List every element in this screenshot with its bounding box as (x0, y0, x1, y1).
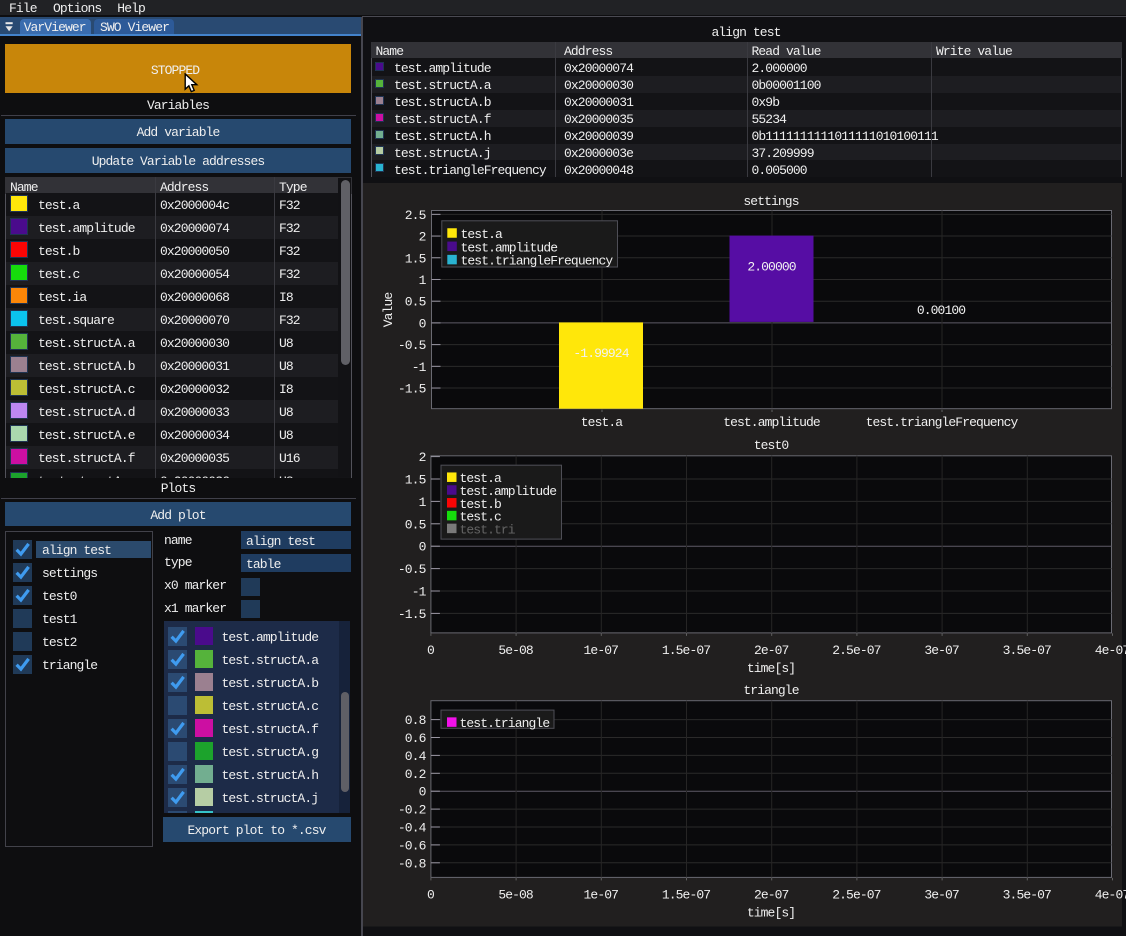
svg-text:time[s]: time[s] (747, 661, 795, 676)
svg-text:test.amplitude: test.amplitude (723, 415, 820, 430)
svg-text:0.8: 0.8 (405, 713, 426, 728)
svg-text:0: 0 (427, 643, 434, 658)
svg-text:4e-07: 4e-07 (1095, 643, 1126, 658)
svg-text:2.5e-07: 2.5e-07 (832, 887, 880, 902)
svg-text:-1.5: -1.5 (398, 382, 426, 397)
svg-text:0: 0 (419, 540, 426, 555)
svg-text:5e-08: 5e-08 (498, 643, 533, 658)
svg-text:2.5e-07: 2.5e-07 (832, 643, 880, 658)
svg-text:1: 1 (419, 495, 427, 510)
svg-text:-1.99924: -1.99924 (573, 346, 629, 361)
svg-text:test.tri: test.tri (460, 522, 516, 537)
svg-text:1.5: 1.5 (405, 251, 426, 266)
svg-text:Value: Value (381, 293, 396, 328)
svg-text:test.triangleFrequency: test.triangleFrequency (866, 415, 1019, 430)
svg-text:2.5: 2.5 (405, 208, 426, 223)
svg-text:3.5e-07: 3.5e-07 (1003, 643, 1051, 658)
svg-text:settings: settings (743, 194, 798, 209)
svg-text:-0.6: -0.6 (398, 838, 426, 853)
svg-text:0: 0 (419, 316, 426, 331)
svg-text:triangle: triangle (743, 683, 798, 698)
svg-text:0.5: 0.5 (405, 295, 426, 310)
svg-text:1e-07: 1e-07 (584, 643, 619, 658)
svg-text:0.4: 0.4 (405, 749, 427, 764)
svg-text:0.6: 0.6 (405, 731, 426, 746)
svg-text:1.5: 1.5 (405, 473, 426, 488)
svg-text:5e-08: 5e-08 (498, 887, 533, 902)
svg-text:-0.2: -0.2 (398, 803, 426, 818)
svg-text:3e-07: 3e-07 (924, 887, 959, 902)
svg-text:0: 0 (427, 887, 434, 902)
svg-text:1.5e-07: 1.5e-07 (662, 887, 710, 902)
svg-text:2e-07: 2e-07 (754, 887, 789, 902)
svg-text:0.5: 0.5 (405, 517, 426, 532)
svg-text:-1: -1 (412, 585, 427, 600)
svg-text:-0.8: -0.8 (398, 856, 426, 871)
svg-text:-0.5: -0.5 (398, 338, 426, 353)
svg-text:-0.5: -0.5 (398, 562, 426, 577)
svg-text:1: 1 (419, 273, 427, 288)
svg-text:test.triangleFrequency: test.triangleFrequency (461, 254, 614, 269)
svg-text:test.triangle: test.triangle (460, 716, 550, 731)
svg-text:3e-07: 3e-07 (924, 643, 959, 658)
svg-text:0.00100: 0.00100 (917, 303, 965, 318)
svg-text:0.2: 0.2 (405, 767, 426, 782)
svg-text:1.5e-07: 1.5e-07 (662, 643, 710, 658)
svg-text:0: 0 (419, 785, 426, 800)
svg-text:-1: -1 (412, 360, 427, 375)
svg-text:test.a: test.a (581, 415, 624, 430)
svg-text:2e-07: 2e-07 (754, 643, 789, 658)
svg-text:-1.5: -1.5 (398, 607, 426, 622)
svg-text:test0: test0 (754, 438, 789, 453)
svg-text:3.5e-07: 3.5e-07 (1003, 887, 1051, 902)
svg-text:2: 2 (419, 230, 426, 245)
svg-text:-0.4: -0.4 (398, 821, 427, 836)
svg-text:4e-07: 4e-07 (1095, 887, 1126, 902)
svg-text:2.00000: 2.00000 (747, 259, 795, 274)
svg-text:1e-07: 1e-07 (584, 887, 619, 902)
svg-text:time[s]: time[s] (747, 905, 795, 920)
svg-text:2: 2 (419, 450, 426, 465)
